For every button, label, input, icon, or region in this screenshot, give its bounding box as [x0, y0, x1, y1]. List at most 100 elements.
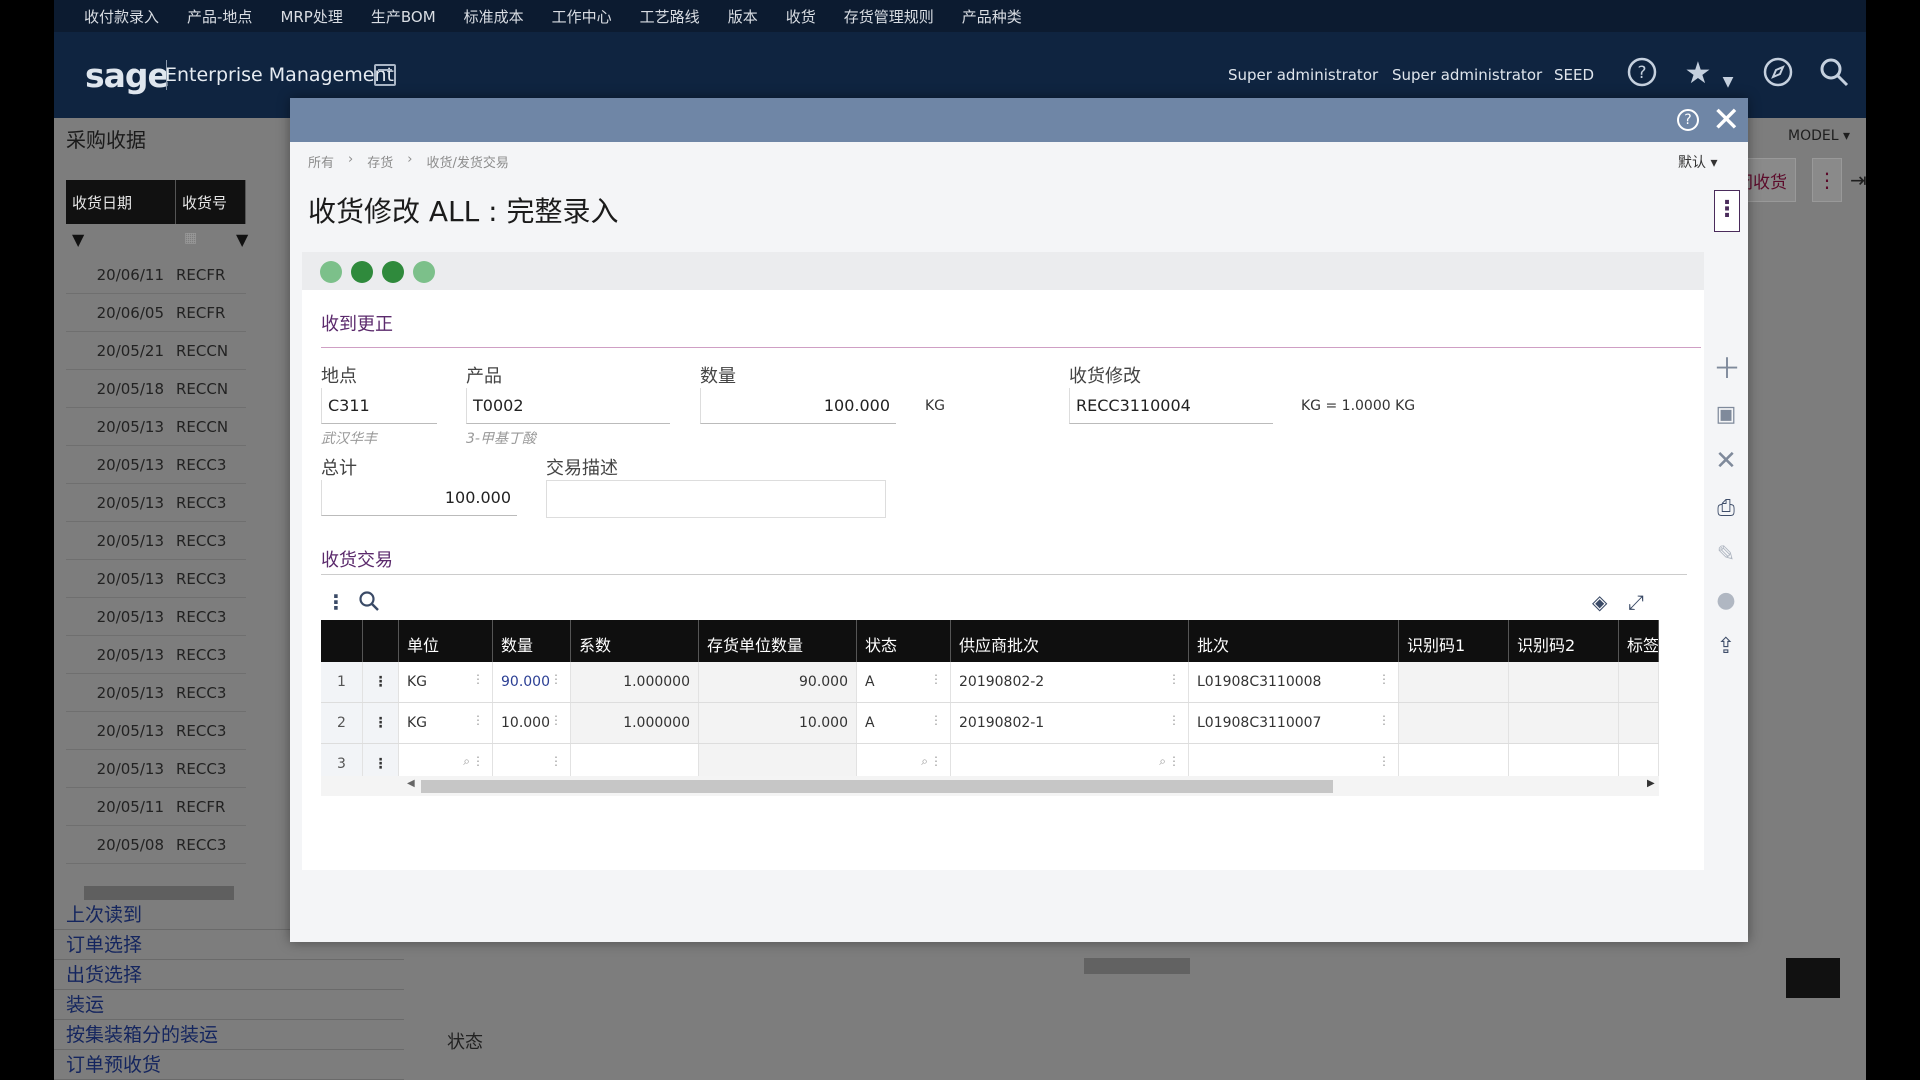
chevron-down-icon[interactable]: ▼: [1710, 64, 1746, 100]
more-actions-button[interactable]: ⋮: [1812, 158, 1842, 202]
default-selector[interactable]: 默认 ▾: [1678, 152, 1717, 172]
status-cell[interactable]: A ⋮: [857, 662, 951, 702]
sage-logo[interactable]: sage: [85, 56, 170, 95]
menu-item[interactable]: MRP处理: [280, 6, 342, 27]
quantity-cell[interactable]: 90.000 ⋮: [493, 662, 571, 702]
add-icon[interactable]: ＋: [1713, 355, 1741, 383]
horizontal-scrollbar[interactable]: [1084, 958, 1190, 974]
menu-item[interactable]: 收付款录入: [84, 6, 159, 27]
column-header[interactable]: 存货单位数量: [699, 620, 857, 662]
menu-item[interactable]: 存货管理规则: [844, 6, 934, 27]
column-header[interactable]: 状态: [857, 620, 951, 662]
menu-item[interactable]: 标准成本: [464, 6, 524, 27]
horizontal-scrollbar[interactable]: [84, 886, 234, 900]
table-row[interactable]: 20/05/11 RECFR: [66, 788, 246, 826]
user-role[interactable]: Super administrator: [1392, 66, 1542, 84]
filter-icon[interactable]: ▼: [72, 230, 84, 249]
save-icon[interactable]: ▣: [1713, 402, 1739, 428]
table-row[interactable]: 20/05/13 RECC3: [66, 636, 246, 674]
receipt-modify-field[interactable]: RECC3110004: [1069, 388, 1273, 424]
status-cell[interactable]: A ⋮: [857, 703, 951, 743]
first-record-icon[interactable]: [320, 261, 342, 283]
column-header[interactable]: 供应商批次: [951, 620, 1189, 662]
table-row[interactable]: 20/05/13 RECC3: [66, 484, 246, 522]
menu-item[interactable]: 产品种类: [962, 6, 1022, 27]
last-record-icon[interactable]: [413, 261, 435, 283]
model-selector[interactable]: MODEL ▾: [1788, 128, 1850, 144]
product-field[interactable]: T0002: [466, 388, 670, 424]
quantity-cell[interactable]: 10.000 ⋮: [493, 703, 571, 743]
link-order-pre-receipt[interactable]: 订单预收货: [54, 1050, 404, 1080]
breadcrumb-item[interactable]: 所有: [308, 152, 334, 171]
column-header[interactable]: 收货日期: [66, 180, 176, 224]
search-icon[interactable]: [1816, 56, 1852, 97]
filter-icon[interactable]: ▼: [236, 230, 248, 249]
layers-icon[interactable]: ◈: [1592, 590, 1607, 614]
table-row[interactable]: 20/05/13 RECC3: [66, 598, 246, 636]
table-row[interactable]: 20/05/13 RECC3: [66, 522, 246, 560]
table-row[interactable]: 1 ⋮ KG ⋮ 90.000 ⋮ 1.000000 90.000 A ⋮ 20190…: [321, 662, 1659, 703]
column-header[interactable]: 标签: [1619, 620, 1659, 662]
scroll-left-icon[interactable]: ◀: [407, 778, 415, 789]
supplier-lot-cell[interactable]: 20190802-2 ⋮: [951, 662, 1189, 702]
search-icon[interactable]: ⌕: [463, 754, 470, 769]
menu-item[interactable]: 工作中心: [552, 6, 612, 27]
menu-item[interactable]: 版本: [728, 6, 758, 27]
column-header[interactable]: 数量: [493, 620, 571, 662]
link-shipping[interactable]: 装运: [54, 990, 404, 1020]
supplier-lot-cell[interactable]: 20190802-1 ⋮: [951, 703, 1189, 743]
link-container-shipping[interactable]: 按集装箱分的装运: [54, 1020, 404, 1050]
breadcrumb-item[interactable]: 存货: [367, 152, 393, 171]
user-name[interactable]: Super administrator: [1228, 66, 1378, 84]
table-row[interactable]: 20/05/18 RECCN: [66, 370, 246, 408]
folder-name[interactable]: SEED: [1554, 66, 1594, 84]
row-menu-icon[interactable]: ⋮: [363, 703, 399, 743]
column-header[interactable]: 系数: [571, 620, 699, 662]
grid-menu-icon[interactable]: ⋮: [326, 590, 346, 614]
exit-icon[interactable]: ⇥: [1850, 168, 1866, 192]
cancel-icon[interactable]: ✕: [1713, 448, 1739, 474]
compass-icon[interactable]: [1760, 56, 1796, 97]
calendar-icon[interactable]: [374, 64, 396, 86]
column-header[interactable]: 收货号: [176, 180, 246, 224]
table-row[interactable]: 20/05/13 RECC3: [66, 674, 246, 712]
transaction-description-field[interactable]: [546, 480, 886, 518]
scrollbar-thumb[interactable]: [421, 780, 1333, 793]
table-row[interactable]: 20/05/13 RECC3: [66, 712, 246, 750]
help-icon[interactable]: ?: [1677, 109, 1699, 131]
table-row[interactable]: 20/05/13 RECC3: [66, 560, 246, 598]
menu-item[interactable]: 工艺路线: [640, 6, 700, 27]
column-header[interactable]: 识别码2: [1509, 620, 1619, 662]
table-row[interactable]: 20/06/05 RECFR: [66, 294, 246, 332]
print-icon[interactable]: ⎙: [1713, 496, 1739, 522]
site-field[interactable]: C311: [321, 388, 437, 424]
quantity-field[interactable]: 100.000: [700, 388, 896, 424]
lot-cell[interactable]: L01908C3110007 ⋮: [1189, 703, 1399, 743]
table-row[interactable]: 20/05/21 RECCN: [66, 332, 246, 370]
comment-icon[interactable]: ●: [1713, 588, 1739, 614]
more-actions-button[interactable]: ⋮: [1714, 190, 1740, 232]
close-icon[interactable]: ✕: [1712, 100, 1741, 140]
total-field[interactable]: 100.000: [321, 480, 517, 516]
export-icon[interactable]: ⇪: [1713, 634, 1739, 660]
search-icon[interactable]: ⌕: [1159, 754, 1166, 769]
column-header[interactable]: 识别码1: [1399, 620, 1509, 662]
grid-horizontal-scrollbar[interactable]: ◀ ▶: [321, 776, 1659, 796]
table-row[interactable]: 20/05/13 RECC3: [66, 446, 246, 484]
search-icon[interactable]: ⌕: [921, 754, 928, 769]
menu-item[interactable]: 生产BOM: [371, 6, 436, 27]
column-header[interactable]: 批次: [1189, 620, 1399, 662]
expand-icon[interactable]: ⤢: [1628, 590, 1644, 614]
table-row[interactable]: 2 ⋮ KG ⋮ 10.000 ⋮ 1.000000 10.000 A ⋮ 20190…: [321, 703, 1659, 744]
table-row[interactable]: 20/05/13 RECCN: [66, 408, 246, 446]
table-row[interactable]: 20/05/08 RECC3: [66, 826, 246, 864]
attachment-icon[interactable]: ✎: [1713, 542, 1739, 568]
breadcrumb-item[interactable]: 收货/发货交易: [426, 152, 508, 171]
unit-cell[interactable]: KG ⋮: [399, 662, 493, 702]
unit-cell[interactable]: KG ⋮: [399, 703, 493, 743]
link-shipment-selection[interactable]: 出货选择: [54, 960, 404, 990]
calendar-icon[interactable]: ▦: [184, 230, 197, 246]
scroll-right-icon[interactable]: ▶: [1647, 778, 1655, 789]
help-icon[interactable]: ?: [1624, 56, 1660, 97]
menu-item[interactable]: 产品-地点: [187, 6, 252, 27]
